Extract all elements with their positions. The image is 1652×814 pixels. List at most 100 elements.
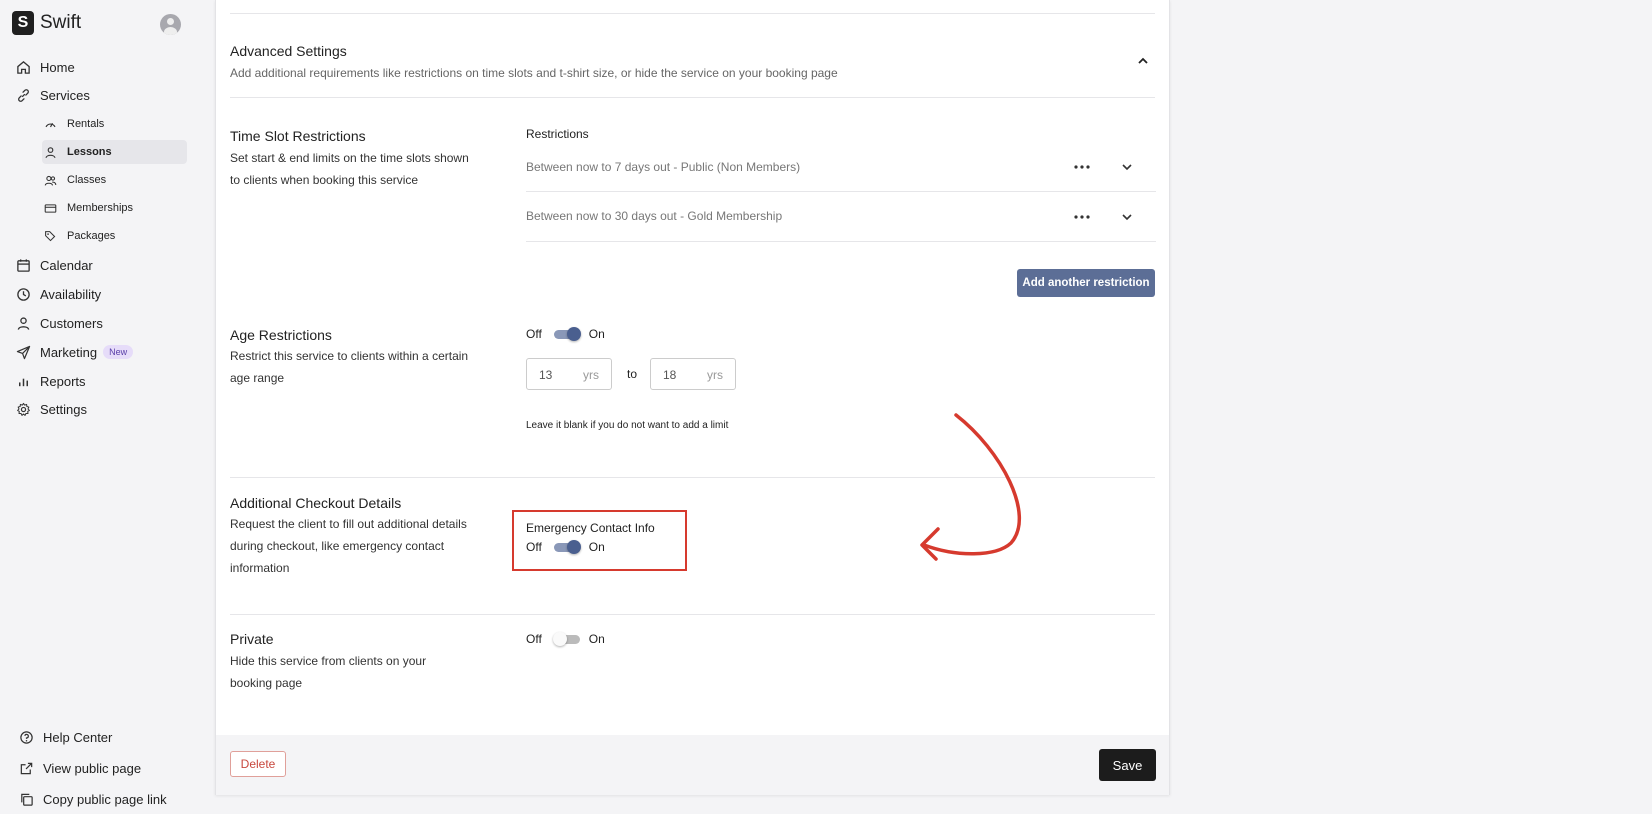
people-icon	[44, 175, 57, 186]
nav-item-label: Home	[40, 59, 75, 75]
more-icon[interactable]	[1074, 215, 1090, 219]
unit-label: yrs	[707, 368, 723, 382]
nav-item-calendar[interactable]: Calendar	[16, 254, 93, 276]
sidebar-item-classes[interactable]: Classes	[42, 168, 187, 192]
nav-item-label: Availability	[40, 286, 102, 302]
calendar-icon	[17, 258, 30, 272]
advanced-settings-title: Advanced Settings	[230, 43, 347, 59]
private-description: Hide this service from clients on your b…	[230, 654, 427, 690]
sidebar-item-label: Memberships	[67, 202, 134, 214]
sidebar: S Swift Home Services Rentals Lessons Cl…	[0, 0, 195, 814]
external-link-icon	[20, 762, 33, 774]
chevron-up-icon[interactable]	[1136, 54, 1150, 68]
card-footer: Delete Save	[216, 735, 1169, 795]
time-slot-description: Set start & end limits on the time slots…	[230, 151, 469, 187]
card-icon	[44, 203, 57, 213]
save-button[interactable]: Save	[1099, 749, 1156, 781]
nav-item-home[interactable]: Home	[16, 56, 75, 78]
divider	[526, 191, 1156, 192]
max-age-input[interactable]: 18 yrs	[650, 358, 736, 390]
min-age-input[interactable]: 13 yrs	[526, 358, 612, 390]
sidebar-item-packages[interactable]: Packages	[42, 224, 187, 248]
avatar[interactable]	[160, 14, 181, 35]
gauge-icon	[45, 122, 56, 127]
private-toggle[interactable]	[552, 632, 580, 646]
toggle-on-label: On	[588, 327, 605, 341]
nav-item-copy-public-page-link[interactable]: Copy public page link	[19, 788, 167, 810]
clock-icon	[17, 287, 30, 301]
checkout-details-title: Additional Checkout Details	[230, 495, 402, 511]
age-restrictions-title: Age Restrictions	[230, 327, 332, 343]
restrictions-label: Restrictions	[526, 127, 589, 141]
nav-item-marketing[interactable]: Marketing New	[16, 341, 134, 363]
chevron-down-icon[interactable]	[1120, 160, 1134, 174]
nav-item-services[interactable]: Services	[16, 84, 90, 106]
chevron-down-icon[interactable]	[1120, 210, 1134, 224]
nav-item-reports[interactable]: Reports	[16, 370, 86, 392]
private-title: Private	[230, 631, 274, 647]
age-hint: Leave it blank if you do not want to add…	[526, 420, 729, 431]
nav-item-availability[interactable]: Availability	[16, 283, 101, 305]
annotation-arrow	[920, 413, 1022, 561]
help-icon	[20, 730, 33, 744]
age-restrictions-description: Restrict this service to clients within …	[230, 349, 469, 385]
copy-icon	[21, 793, 33, 806]
nav-item-label: Customers	[40, 315, 103, 331]
toggle-off-label: Off	[526, 327, 542, 341]
advanced-settings-subtitle: Add additional requirements like restric…	[230, 66, 838, 80]
tags-icon	[45, 230, 56, 241]
divider	[526, 241, 1156, 242]
restriction-row[interactable]: Between now to 30 days out - Gold Member…	[526, 209, 782, 223]
nav-item-label: Services	[40, 87, 90, 103]
person-icon	[17, 316, 30, 330]
sidebar-item-memberships[interactable]: Memberships	[42, 196, 187, 220]
more-icon[interactable]	[1074, 165, 1090, 169]
new-badge: New	[103, 345, 134, 359]
nav-item-label: View public page	[43, 760, 142, 776]
nav-item-label: Copy public page link	[43, 791, 167, 807]
age-toggle-row: Off On	[526, 327, 605, 341]
sidebar-item-label: Lessons	[67, 146, 112, 158]
annotation-highlight-box	[512, 510, 687, 571]
add-restriction-button[interactable]: Add another restriction	[1017, 269, 1155, 297]
nav-item-help-center[interactable]: Help Center	[19, 726, 112, 748]
checkout-details-description: Request the client to fill out additiona…	[230, 517, 467, 575]
service-settings-card: Advanced Settings Add additional require…	[215, 0, 1170, 795]
person-icon	[45, 146, 56, 158]
time-slot-title: Time Slot Restrictions	[230, 128, 366, 144]
sidebar-item-label: Classes	[67, 174, 107, 186]
bar-chart-icon	[19, 378, 28, 386]
nav-item-settings[interactable]: Settings	[16, 398, 87, 420]
sidebar-item-label: Rentals	[67, 118, 105, 130]
age-to-label: to	[627, 367, 638, 381]
home-icon	[17, 60, 30, 74]
brand-name: Swift	[40, 12, 82, 33]
app-root: S Swift Home Services Rentals Lessons Cl…	[0, 0, 1652, 814]
max-age-value: 18	[663, 368, 677, 382]
brand-logo-icon: S	[12, 11, 34, 35]
divider	[230, 13, 1155, 14]
toggle-on-label: On	[588, 632, 605, 646]
unit-label: yrs	[583, 368, 599, 382]
nav-item-label: Calendar	[40, 257, 93, 273]
divider	[230, 97, 1155, 98]
divider	[230, 614, 1155, 615]
send-icon	[16, 345, 31, 359]
sidebar-item-lessons[interactable]: Lessons	[42, 140, 187, 164]
nav-item-label: Help Center	[43, 729, 113, 745]
sidebar-item-label: Packages	[67, 230, 116, 242]
nav-item-label: Marketing	[40, 344, 98, 360]
nav-item-view-public-page[interactable]: View public page	[19, 757, 141, 779]
toggle-off-label: Off	[526, 632, 542, 646]
gear-icon	[17, 402, 30, 416]
brand[interactable]: S Swift	[12, 11, 81, 35]
sidebar-item-rentals[interactable]: Rentals	[42, 112, 187, 136]
nav-item-label: Settings	[40, 401, 87, 417]
nav-item-customers[interactable]: Customers	[16, 312, 103, 334]
restriction-row[interactable]: Between now to 7 days out - Public (Non …	[526, 160, 800, 174]
age-restriction-toggle[interactable]	[553, 327, 581, 341]
private-toggle-row: Off On	[526, 632, 605, 646]
nav-item-label: Reports	[40, 373, 86, 389]
delete-button[interactable]: Delete	[230, 751, 286, 777]
link-icon	[18, 88, 29, 102]
